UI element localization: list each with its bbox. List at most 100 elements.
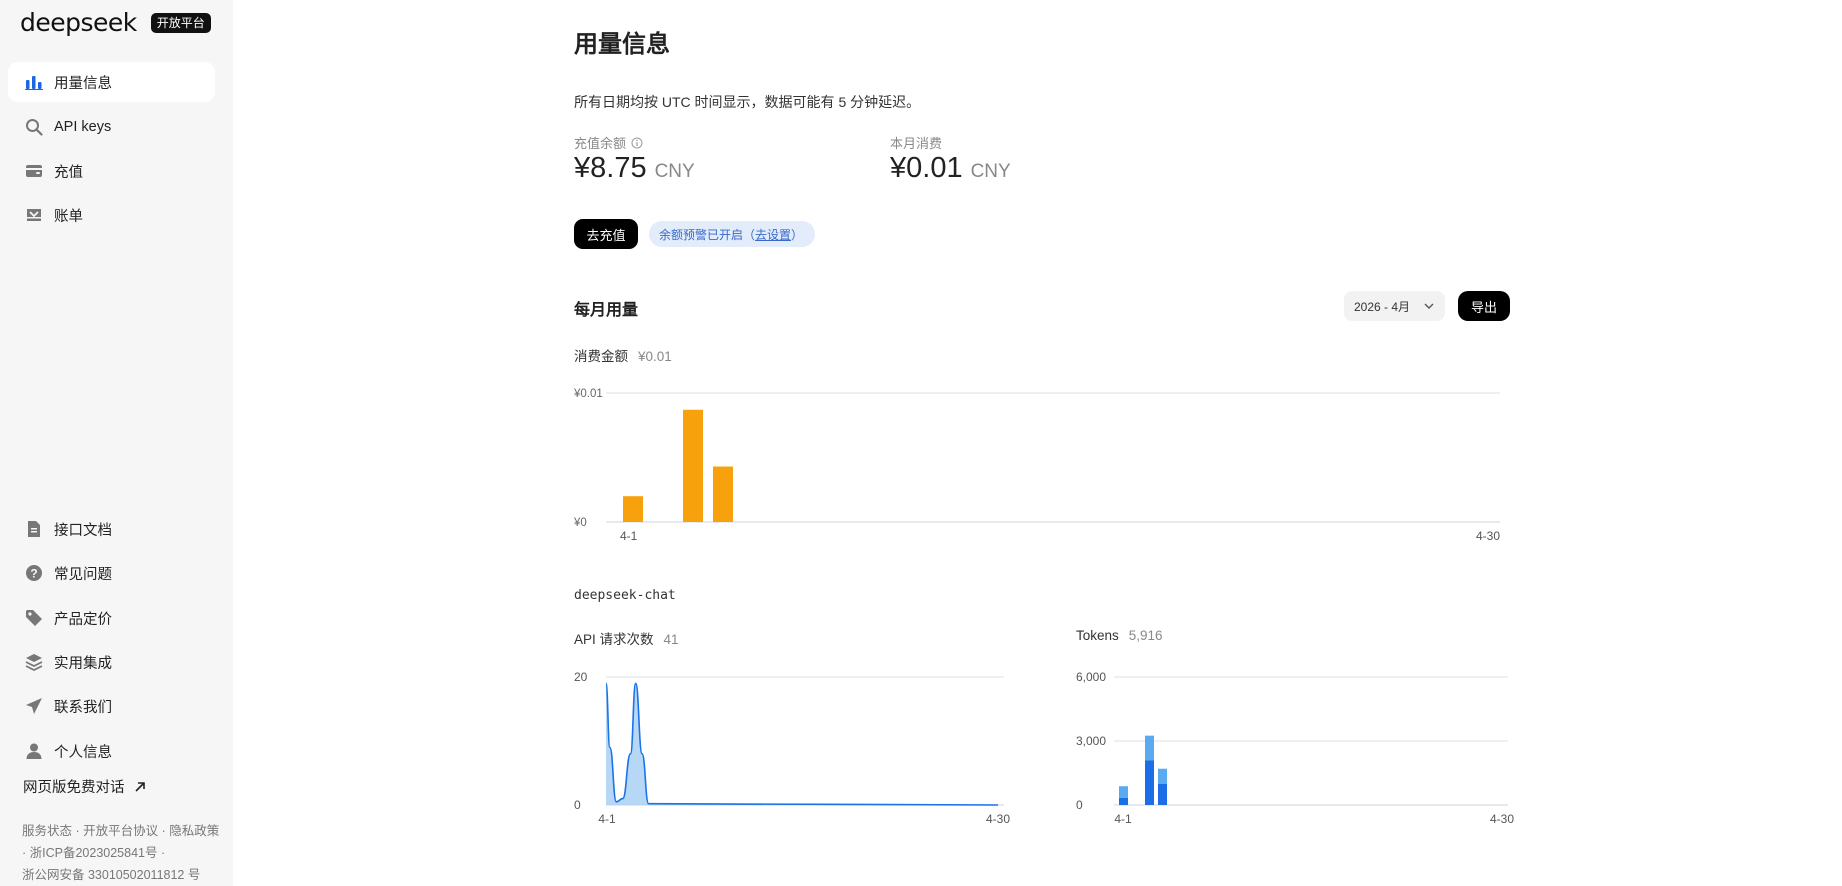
balance-label: 充值余额	[574, 133, 643, 152]
page-title: 用量信息	[574, 31, 670, 58]
cost-bar	[623, 496, 643, 522]
requests-chart-label: API 请求次数	[574, 632, 654, 647]
sidebar-item-billing[interactable]: 账单	[8, 195, 215, 235]
balance-currency: CNY	[654, 161, 695, 182]
spend-currency: CNY	[970, 161, 1011, 182]
svg-text:?: ?	[30, 567, 37, 581]
monthly-usage-title: 每月用量	[574, 302, 639, 319]
sidebar-item-label: 实用集成	[54, 655, 112, 672]
sidebar-item-integrations[interactable]: 实用集成	[8, 642, 215, 682]
sidebar: deepseek 开放平台 用量信息 API keys 充值 账单 接口文档 ?	[0, 0, 233, 886]
brand[interactable]: deepseek 开放平台	[20, 8, 211, 37]
alert-text: 余额预警已开启（	[659, 227, 756, 242]
sidebar-item-api-keys[interactable]: API keys	[8, 107, 215, 147]
spend-amount: ¥0.01	[890, 152, 963, 184]
search-icon	[24, 117, 44, 137]
cost-chart-label: 消费金额	[574, 349, 628, 364]
tokens-chart: 6,000 3,000 0 4-1 4-30	[1076, 670, 1514, 826]
user-icon	[24, 741, 44, 761]
y-tick-label: ¥0.01	[574, 388, 603, 400]
inbox-icon	[24, 205, 44, 225]
month-select[interactable]: 2026 - 4月	[1344, 291, 1445, 321]
tokens-bar-segment	[1145, 760, 1154, 805]
web-chat-label: 网页版免费对话	[23, 780, 125, 796]
x-tick-label: 4-1	[620, 529, 638, 543]
sidebar-item-faq[interactable]: ? 常见问题	[8, 553, 215, 593]
footer-line-police[interactable]: 浙公网安备 33010502011812 号	[22, 864, 222, 886]
tag-icon	[24, 608, 44, 628]
sidebar-item-label: 充值	[54, 164, 83, 181]
balance-value: ¥8.75 CNY	[574, 152, 695, 185]
y-tick-label: ¥0	[574, 517, 587, 529]
model-name: deepseek-chat	[574, 588, 676, 603]
balance-amount: ¥8.75	[574, 152, 647, 184]
y-tick-label: 0	[1076, 798, 1083, 812]
sidebar-item-pricing[interactable]: 产品定价	[8, 598, 215, 638]
y-tick-label: 20	[574, 670, 588, 684]
sidebar-item-label: 账单	[54, 208, 83, 225]
balance-label-text: 充值余额	[574, 136, 627, 151]
requests-line	[605, 682, 999, 806]
info-icon[interactable]	[631, 137, 643, 149]
external-link-icon	[134, 781, 145, 792]
x-tick-label: 4-30	[1476, 529, 1500, 543]
tokens-chart-total: 5,916	[1128, 628, 1163, 643]
alert-settings-link[interactable]: 去设置	[755, 226, 791, 243]
spend-label: 本月消费	[890, 133, 942, 152]
sidebar-item-label: 常见问题	[54, 566, 112, 583]
sidebar-item-usage[interactable]: 用量信息	[8, 62, 215, 102]
requests-chart-title: API 请求次数 41	[574, 628, 679, 648]
tokens-chart-label: Tokens	[1076, 628, 1119, 643]
sidebar-item-profile[interactable]: 个人信息	[8, 731, 215, 771]
sidebar-item-label: 接口文档	[54, 522, 112, 539]
footer-line-links[interactable]: 服务状态 · 开放平台协议 · 隐私政策	[22, 820, 222, 842]
main-content: 用量信息 所有日期均按 UTC 时间显示，数据可能有 5 分钟延迟。 充值余额 …	[574, 0, 1514, 886]
send-icon	[24, 696, 44, 716]
tokens-bar-segment	[1158, 783, 1167, 805]
cost-bar	[713, 466, 733, 522]
spend-label-text: 本月消费	[890, 136, 943, 151]
footer-line-icp[interactable]: · 浙ICP备2023025841号 ·	[22, 842, 222, 864]
x-tick-label: 4-30	[986, 812, 1010, 826]
brand-logo[interactable]: deepseek	[20, 8, 137, 37]
sidebar-item-label: 联系我们	[54, 699, 112, 716]
cost-chart-total: ¥0.01	[638, 349, 672, 364]
sidebar-item-contact[interactable]: 联系我们	[8, 686, 215, 726]
sidebar-item-topup[interactable]: 充值	[8, 151, 215, 191]
web-chat-link[interactable]: 网页版免费对话	[23, 776, 147, 797]
y-tick-label: 0	[574, 798, 581, 812]
sidebar-item-label: 用量信息	[54, 75, 112, 92]
x-tick-label: 4-30	[1490, 812, 1514, 826]
tokens-bar-segment	[1119, 797, 1128, 805]
sidebar-item-label: API keys	[54, 119, 112, 135]
month-select-value: 2026 - 4月	[1354, 299, 1411, 314]
bar-chart-icon	[24, 72, 44, 92]
cost-chart: ¥0.01 ¥0 4-1 4-30	[574, 388, 1500, 543]
brand-badge: 开放平台	[150, 12, 211, 33]
x-tick-label: 4-1	[598, 812, 616, 826]
alert-text-close: ）	[791, 227, 804, 242]
tokens-bar-segment	[1158, 768, 1167, 784]
y-tick-label: 3,000	[1076, 734, 1106, 748]
cost-chart-title: 消费金额 ¥0.01	[574, 345, 672, 365]
sidebar-item-label: 产品定价	[54, 611, 112, 628]
document-icon	[24, 519, 44, 539]
sidebar-item-label: 个人信息	[54, 744, 112, 761]
chevron-down-icon	[1424, 303, 1434, 309]
x-tick-label: 4-1	[1114, 812, 1132, 826]
y-tick-label: 6,000	[1076, 670, 1106, 684]
tokens-chart-title: Tokens 5,916	[1076, 628, 1163, 643]
footer-links: 服务状态 · 开放平台协议 · 隐私政策 · 浙ICP备2023025841号 …	[22, 820, 222, 886]
requests-area	[606, 683, 998, 805]
layers-icon	[24, 652, 44, 672]
wallet-icon	[24, 161, 44, 181]
spend-value: ¥0.01 CNY	[890, 152, 1011, 185]
sidebar-item-docs[interactable]: 接口文档	[8, 509, 215, 549]
requests-chart-total: 41	[663, 632, 679, 647]
topup-button[interactable]: 去充值	[574, 219, 638, 249]
export-button[interactable]: 导出	[1458, 291, 1510, 321]
question-icon: ?	[24, 563, 44, 583]
timezone-note: 所有日期均按 UTC 时间显示，数据可能有 5 分钟延迟。	[574, 94, 921, 110]
requests-chart: 20 0 4-1 4-30	[574, 670, 1010, 826]
tokens-bar-segment	[1119, 786, 1128, 798]
